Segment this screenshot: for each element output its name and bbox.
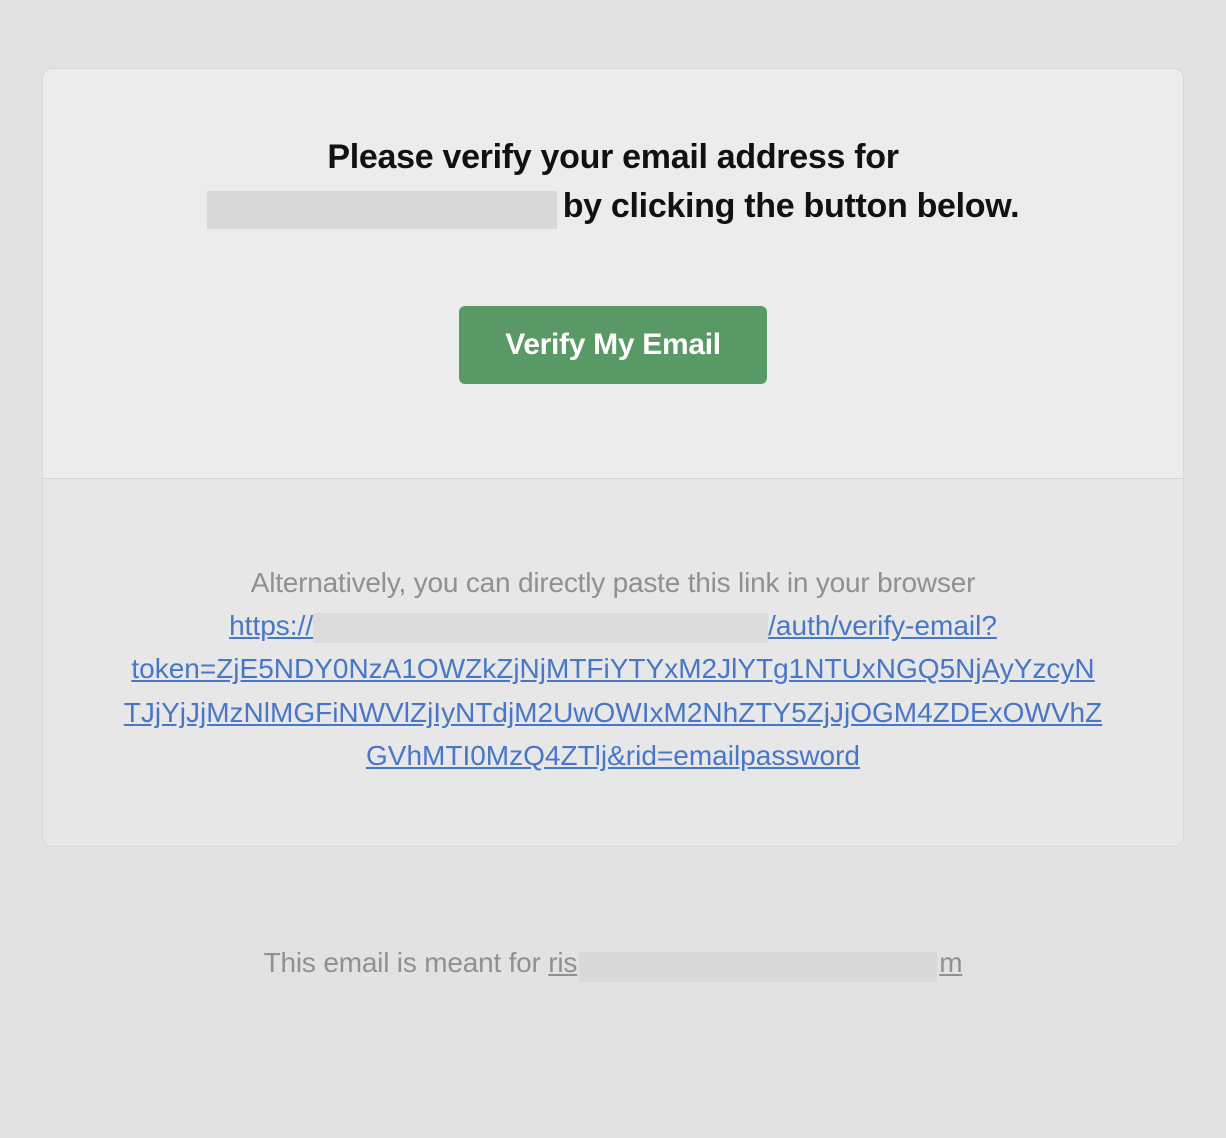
recipient-end: m (939, 947, 962, 978)
footer-prefix: This email is meant for (264, 947, 549, 978)
redacted-domain (207, 191, 557, 229)
card-top-section: Please verify your email address for by … (43, 69, 1183, 479)
redacted-host (313, 613, 768, 643)
verify-heading: Please verify your email address for by … (123, 133, 1103, 232)
card-bottom-section: Alternatively, you can directly paste th… (43, 479, 1183, 846)
redacted-recipient (579, 952, 937, 982)
email-footer: This email is meant for ris m (42, 947, 1184, 979)
link-prefix: https:// (229, 610, 313, 641)
recipient-start: ris (548, 947, 577, 978)
alternative-intro: Alternatively, you can directly paste th… (123, 561, 1103, 604)
recipient-email: ris m (548, 947, 962, 978)
heading-part1: Please verify your email address for (327, 138, 898, 176)
verify-email-button[interactable]: Verify My Email (459, 306, 767, 384)
email-card: Please verify your email address for by … (42, 68, 1184, 847)
verification-link[interactable]: https:///auth/verify-email?token=ZjE5NDY… (124, 610, 1102, 771)
heading-part2: by clicking the button below. (563, 187, 1020, 225)
